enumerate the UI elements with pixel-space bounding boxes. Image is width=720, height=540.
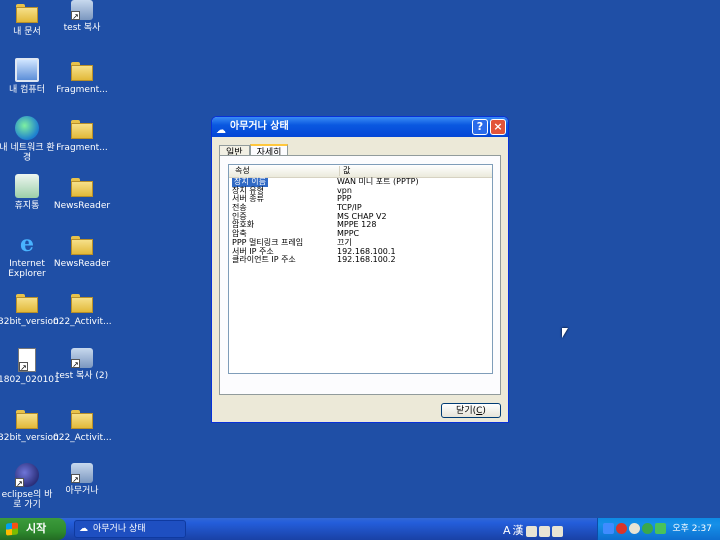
desktop-icon-label: 1802_020101: [0, 375, 60, 385]
start-label: 시작: [26, 522, 47, 535]
desktop-icon[interactable]: test 복사: [53, 0, 111, 33]
desktop-icon-label: 022_Activit...: [53, 317, 112, 327]
connection-icon: ☁: [79, 524, 88, 534]
property-name: 클라이언트 IP 주소: [232, 255, 296, 265]
details-list[interactable]: 속성 값 장치 이름 WAN 미니 포트 (PPTP) 장치 유형 vpn 서버 종류 P…: [228, 164, 493, 374]
ie-icon: e: [20, 231, 34, 257]
column-header-value[interactable]: 값: [339, 166, 493, 176]
desktop-icon-label: 아무거나: [65, 486, 99, 496]
input-mode-hanja[interactable]: 漢: [513, 522, 524, 538]
security-tray-icon[interactable]: [616, 523, 627, 534]
desktop-icon[interactable]: NewsReader: [53, 232, 111, 269]
list-item[interactable]: 클라이언트 IP 주소 192.168.100.2: [229, 255, 492, 265]
netdrive-icon: [71, 0, 93, 20]
desktop-icon[interactable]: Fragment...: [53, 58, 111, 95]
close-button-suffix: ): [482, 406, 486, 416]
desktop-icon-label: 내 네트워크 환경: [0, 143, 55, 163]
folder-icon: [70, 290, 94, 314]
mouse-cursor-icon: [562, 328, 568, 338]
help-button[interactable]: ?: [472, 119, 488, 135]
ime-options-icon[interactable]: [551, 525, 563, 537]
folder-icon: [70, 116, 94, 140]
desktop-icon-label: 32bit_version: [0, 317, 59, 327]
input-mode-a[interactable]: A: [503, 524, 511, 537]
connection-tray-icon[interactable]: [655, 523, 666, 534]
desktop-icon-label: eclipse의 바로 가기: [1, 490, 53, 510]
tab-strip: 일반 자세히: [219, 141, 289, 161]
desktop-icon-label: test 복사 (2): [55, 371, 109, 381]
close-button-label: 닫기(: [456, 406, 477, 416]
list-item[interactable]: 암호화 MPPE 128: [229, 221, 492, 230]
desktop-icon[interactable]: 내 문서: [0, 0, 56, 37]
desktop-icon[interactable]: 32bit_version: [0, 406, 59, 443]
system-tray: 오후 2:37: [597, 518, 720, 540]
taskbar-item-label: 아무거나 상태: [93, 524, 146, 534]
docfile-icon: [18, 348, 36, 372]
desktop-icon[interactable]: test 복사 (2): [53, 348, 111, 381]
network-icon: [15, 116, 39, 140]
list-item[interactable]: 장치 유형 vpn: [229, 186, 492, 196]
netdrive-icon: [71, 463, 93, 483]
folder-icon: [70, 232, 94, 256]
desktop-icon-label: 022_Activit...: [53, 433, 112, 443]
desktop-icon-label: 휴지통: [14, 201, 40, 211]
desktop-icon-label: test 복사: [63, 23, 101, 33]
desktop-icon-label: Internet Explorer: [8, 259, 46, 279]
desktop-icon-label: 내 컴퓨터: [9, 85, 45, 95]
folder-icon: [70, 58, 94, 82]
desktop-icon[interactable]: NewsReader: [53, 174, 111, 211]
desktop-icon[interactable]: 022_Activit...: [53, 406, 112, 443]
ime-pad-icon[interactable]: [525, 525, 537, 537]
desktop-icon-label: NewsReader: [53, 201, 111, 211]
connection-status-dialog: ☁ 아무거나 상태 ? × 일반 자세히 속성 값 장치 이름 WAN 미니 포트 …: [211, 116, 509, 423]
desktop-icon[interactable]: 아무거나: [53, 463, 111, 496]
desktop-icon-label: Fragment...: [56, 85, 108, 95]
property-value: 192.168.100.2: [337, 255, 396, 265]
taskbar: 시작 ☁ 아무거나 상태 A漢 오후 2:37: [0, 518, 720, 540]
desktop-icon-label: 내 문서: [13, 27, 41, 37]
desktop-icon[interactable]: 휴지통: [0, 174, 56, 211]
desktop-icon-label: 32bit_version: [0, 433, 59, 443]
volume-tray-icon[interactable]: [629, 523, 640, 534]
folder-icon: [15, 290, 39, 314]
desktop-icon[interactable]: 1802_020101: [0, 348, 60, 385]
dialog-titlebar[interactable]: ☁ 아무거나 상태 ? ×: [212, 117, 508, 137]
desktop-icon[interactable]: e Internet Explorer: [0, 232, 56, 279]
close-button[interactable]: 닫기(C): [441, 403, 501, 418]
list-item[interactable]: 장치 이름 WAN 미니 포트 (PPTP): [229, 177, 492, 187]
close-window-button[interactable]: ×: [490, 119, 506, 135]
ime-help-icon[interactable]: [538, 525, 550, 537]
clock[interactable]: 오후 2:37: [672, 518, 712, 540]
recycle-icon: [15, 174, 39, 198]
folder-icon: [15, 0, 39, 24]
desktop-icon[interactable]: 32bit_version: [0, 290, 59, 327]
language-bar: A漢: [503, 522, 565, 538]
connection-icon: ☁: [216, 125, 226, 136]
dialog-title: 아무거나 상태: [230, 121, 289, 132]
list-rows: 장치 이름 WAN 미니 포트 (PPTP) 장치 유형 vpn 서버 종류 PPP 전송 T…: [229, 177, 492, 265]
taskbar-item-status-window[interactable]: ☁ 아무거나 상태: [74, 520, 186, 538]
update-tray-icon[interactable]: [642, 523, 653, 534]
desktop-icon[interactable]: 내 컴퓨터: [0, 58, 56, 95]
netdrive-icon: [71, 348, 93, 368]
desktop-icon-label: Fragment...: [56, 143, 108, 153]
network-tray-icon[interactable]: [603, 523, 614, 534]
computer-icon: [15, 58, 39, 82]
column-header-property[interactable]: 속성: [235, 166, 250, 176]
desktop-icon[interactable]: 022_Activit...: [53, 290, 112, 327]
desktop-icon[interactable]: eclipse의 바로 가기: [0, 463, 56, 510]
folder-icon: [70, 406, 94, 430]
eclipse-icon: [15, 463, 39, 487]
desktop-icon-label: NewsReader: [53, 259, 111, 269]
folder-icon: [15, 406, 39, 430]
start-button[interactable]: 시작: [0, 518, 66, 540]
desktop-icon[interactable]: Fragment...: [53, 116, 111, 153]
details-panel: 속성 값 장치 이름 WAN 미니 포트 (PPTP) 장치 유형 vpn 서버 종류 P…: [219, 155, 501, 395]
desktop-icon[interactable]: 내 네트워크 환경: [0, 116, 56, 163]
folder-icon: [70, 174, 94, 198]
windows-logo-icon: [6, 522, 18, 536]
